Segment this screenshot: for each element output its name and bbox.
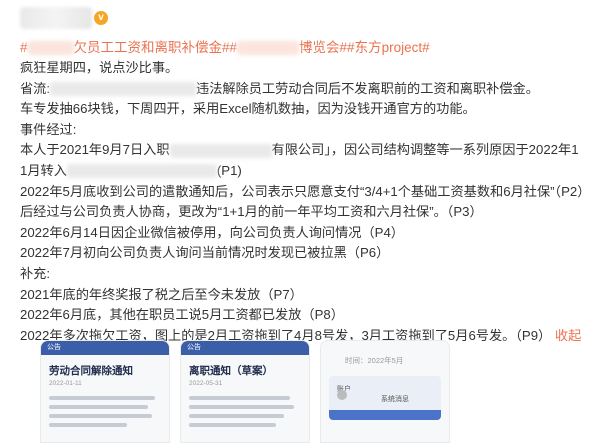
message-card: 账户 系统消息 [329, 376, 441, 420]
card-name: 系统消息 [381, 396, 409, 403]
thumbnail-date: 2022-01-11 [49, 380, 82, 387]
blurred-text [66, 164, 217, 179]
post-line-1: 疯狂星期四，说点沙比事。 [20, 60, 179, 75]
line-text: (P1) [216, 162, 242, 178]
blurred-company-name [50, 82, 197, 97]
thumbnail-image-3[interactable]: 时间：2022年5月 账户 系统消息 [320, 340, 450, 443]
post-line-12: 2021年底的年终奖报了税之后至今未发放（P7） [20, 286, 303, 302]
line-prefix: 1月转入 [20, 162, 67, 178]
hashtag-expo-touhou[interactable]: 博览会##东方project# [299, 40, 430, 55]
line-prefix: 省流: [20, 80, 51, 96]
tag-hash-2: # [229, 40, 238, 55]
notice-bar: 公告 [41, 341, 169, 355]
thumbnail-header: 时间：2022年5月 [345, 356, 404, 365]
post-line-13: 2022年6月底，其他在职员工说5月工资都已发放（P8） [20, 307, 344, 323]
blurred-tag-text-2 [237, 41, 300, 56]
line-text: 违法解除员工劳动合同后不发离职前的工资和离职补偿金。 [196, 80, 539, 96]
post-line-5: 本人于2021年9月7日入职 有限公司」，因公司结构调整等一系列原因于2022年1 [20, 140, 600, 161]
line-text: 有限公司」，因公司结构调整等一系列原因于2022年1 [271, 142, 579, 158]
weibo-post: v # 欠员工工资和离职补偿金## 博览会##东方project# 疯狂星期四，说点… [0, 0, 605, 443]
hashtag-line: # 欠员工工资和离职补偿金## 博览会##东方project# [20, 36, 430, 56]
card-strip [329, 410, 441, 420]
thumbnail-title: 劳动合同解除通知 [49, 365, 133, 377]
blurred-username[interactable] [20, 7, 92, 29]
thumbnail-title: 离职通知（草案） [189, 365, 273, 377]
notice-bar: 公告 [181, 341, 309, 355]
blurred-company-name-2 [169, 143, 272, 158]
post-header: v [20, 4, 108, 32]
hashtag-wage-arrears[interactable]: 欠员工工资和离职补偿金# [74, 40, 230, 55]
thumbnail-body [41, 389, 169, 434]
post-line-2: 省流: 违法解除员工劳动合同后不发离职前的工资和离职补偿金。 [20, 79, 600, 100]
tag-hash-1: # [20, 40, 28, 55]
post-line-9: 2022年6月14日因企业微信被停用，向公司负责人询问情况（P4） [20, 224, 404, 240]
blurred-tag-text [27, 41, 74, 56]
post-body: 疯狂星期四，说点沙比事。 省流: 违法解除员工劳动合同后不发离职前的工资和离职补偿… [20, 58, 600, 346]
post-line-10: 2022年7月初向公司负责人询问当前情况时发现已被拉黑（P6） [20, 245, 390, 261]
collapse-link[interactable]: 收起 [555, 328, 581, 343]
post-line-11: 补充: [20, 265, 51, 281]
thumbnail-date: 2022-05-31 [189, 380, 223, 387]
verified-badge-icon: v [94, 11, 108, 25]
post-line-3: 车专发抽66块钱，下周四开，采用Excel随机数抽，因为没钱开通官方的功能。 [20, 101, 476, 117]
avatar [337, 390, 347, 400]
thumbnail-body [181, 389, 309, 434]
thumbnail-image-1[interactable]: 公告 劳动合同解除通知 2022-01-11 [40, 340, 170, 443]
thumbnail-image-2[interactable]: 公告 离职通知（草案） 2022-05-31 [180, 340, 310, 443]
post-line-4: 事件经过: [20, 121, 77, 137]
post-line-8: 后经过与公司负责人协商，更改为“1+1月的前一年平均工资和六月社保”。（P3） [20, 204, 483, 220]
line-prefix: 本人于2021年9月7日入职 [20, 142, 170, 158]
post-line-7: 2022年5月底收到公司的遣散通知后，公司表示只愿意支付“3/4+1个基础工资基… [20, 183, 591, 199]
post-line-6: 1月转入 (P1) [20, 161, 600, 182]
